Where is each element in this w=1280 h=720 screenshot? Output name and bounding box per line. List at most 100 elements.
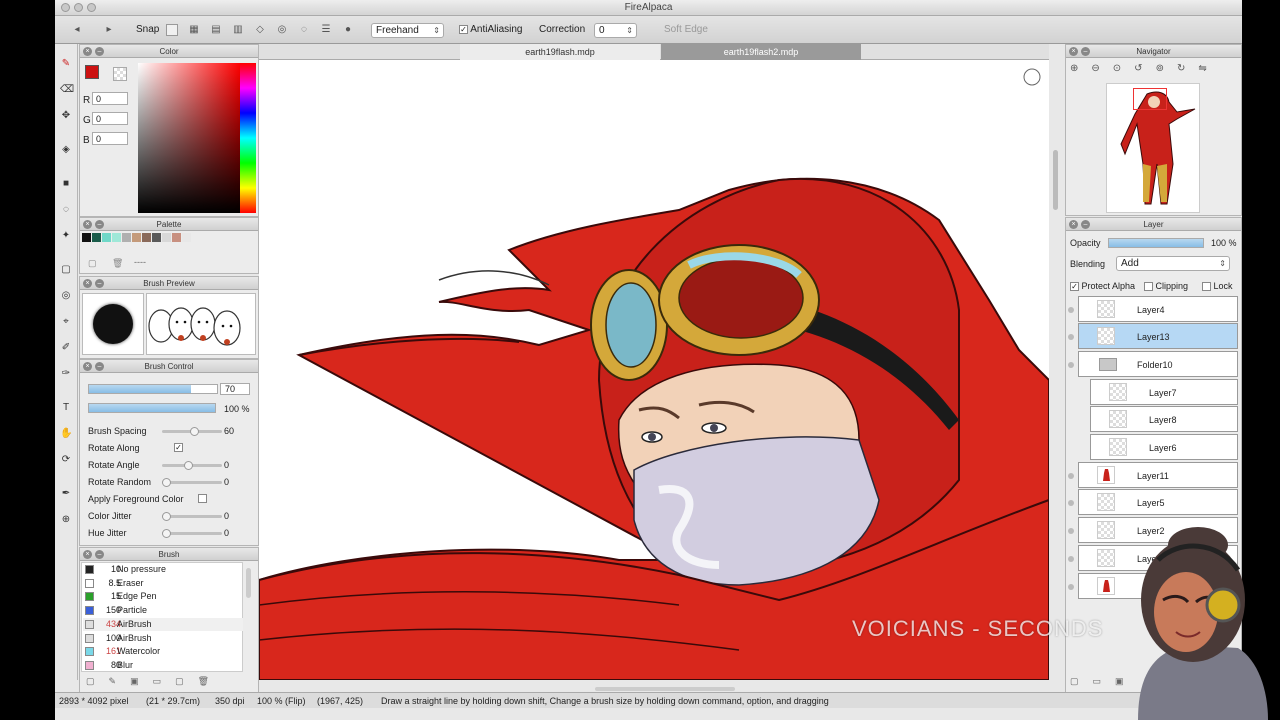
brush-list-item[interactable]: 80 Blur xyxy=(83,659,243,672)
snap-radial-icon[interactable]: ◎ xyxy=(276,24,288,36)
apply-foreground-checkbox[interactable] xyxy=(198,493,207,504)
visibility-icon[interactable] xyxy=(1068,334,1074,340)
dropper-tool-icon[interactable]: ✒ xyxy=(60,488,72,500)
collapse-icon[interactable]: – xyxy=(95,220,104,229)
brush-delete-icon[interactable]: 🗑 xyxy=(198,676,223,686)
collapse-icon[interactable]: – xyxy=(95,47,104,56)
brush-size-value[interactable]: 70 xyxy=(220,383,250,395)
saturation-value-picker[interactable] xyxy=(138,63,240,213)
blending-select[interactable]: Add ⇕ xyxy=(1116,256,1230,271)
snap-parallel-icon[interactable]: ▤ xyxy=(210,24,222,36)
rotate-reset-icon[interactable]: ⊚ xyxy=(1156,63,1177,74)
brush-list-item[interactable]: 100 AirBrush xyxy=(83,632,243,645)
zoom-fit-icon[interactable]: ⊙ xyxy=(1113,63,1134,74)
canvas-horizontal-scrollbar[interactable] xyxy=(595,687,735,691)
collapse-icon[interactable]: – xyxy=(1081,47,1090,56)
brush-duplicate-icon[interactable]: ▢ xyxy=(175,676,198,686)
visibility-icon[interactable] xyxy=(1068,528,1074,534)
close-icon[interactable]: × xyxy=(1069,220,1078,229)
canvas-vertical-scrollbar[interactable] xyxy=(1053,150,1058,210)
layer-row-folder10[interactable]: Folder10 xyxy=(1068,351,1238,377)
visibility-icon[interactable] xyxy=(1068,473,1074,479)
snap-off-icon[interactable] xyxy=(166,24,178,36)
close-icon[interactable]: × xyxy=(83,279,92,288)
brush-list-item[interactable]: 161 Watercolor xyxy=(83,645,243,658)
stroke-mode-select[interactable]: Freehand ⇕ xyxy=(371,23,444,38)
brush-list-item[interactable]: 150 Particle xyxy=(83,604,243,617)
lock-toggle[interactable]: Lock xyxy=(1202,281,1233,292)
navigator-thumbnail[interactable] xyxy=(1106,83,1200,213)
prev-icon[interactable]: ◂ xyxy=(71,24,83,36)
correction-select[interactable]: 0 ⇕ xyxy=(594,23,637,38)
palette-swatch[interactable] xyxy=(152,233,161,242)
rotate-angle-knob[interactable] xyxy=(184,461,193,470)
brush-list-item[interactable]: 15 Edge Pen xyxy=(83,590,243,603)
r-input[interactable]: 0 xyxy=(92,92,128,105)
g-input[interactable]: 0 xyxy=(92,112,128,125)
new-layer-icon[interactable]: ▢ xyxy=(1070,676,1093,686)
protect-alpha-toggle[interactable]: ✓ Protect Alpha xyxy=(1070,281,1135,292)
hand-tool-icon[interactable]: ✋ xyxy=(60,428,72,440)
zoom-window-button[interactable] xyxy=(87,3,96,12)
text-tool-icon[interactable]: T xyxy=(60,402,72,414)
layer-row-layer8[interactable]: Layer8 xyxy=(1090,406,1238,432)
layer-row-layer6[interactable]: Layer6 xyxy=(1090,434,1238,460)
brush-list-item[interactable]: 10 No pressure xyxy=(83,563,243,576)
rotate-random-track[interactable] xyxy=(162,481,222,484)
clipping-toggle[interactable]: Clipping xyxy=(1144,281,1188,292)
palette-add-icon[interactable]: ▢ xyxy=(88,258,97,269)
visibility-icon[interactable] xyxy=(1068,556,1074,562)
layer-opacity-slider[interactable] xyxy=(1108,238,1204,248)
hue-jitter-knob[interactable] xyxy=(162,529,171,538)
hue-jitter-track[interactable] xyxy=(162,532,222,535)
brush-list-item[interactable]: 434 AirBrush xyxy=(83,617,243,631)
snap-label[interactable]: Snap xyxy=(136,22,159,38)
palette-swatch[interactable] xyxy=(122,233,131,242)
zoom-in-icon[interactable]: ⊕ xyxy=(1070,63,1091,74)
close-icon[interactable]: × xyxy=(1069,47,1078,56)
snap-point-icon[interactable]: ● xyxy=(342,24,354,36)
flip-icon[interactable]: ⇋ xyxy=(1198,63,1219,74)
zoom-tool-icon[interactable]: ⊕ xyxy=(60,514,72,526)
brush-opacity-slider[interactable] xyxy=(88,403,216,413)
rotate-random-knob[interactable] xyxy=(162,478,171,487)
rotate-right-icon[interactable]: ↻ xyxy=(1177,63,1198,74)
gradient-tool-icon[interactable]: ■ xyxy=(60,178,72,190)
tab-earth19flash[interactable]: earth19flash.mdp xyxy=(460,44,660,60)
rotate-left-icon[interactable]: ↺ xyxy=(1134,63,1155,74)
color-jitter-knob[interactable] xyxy=(162,512,171,521)
palette-swatch[interactable] xyxy=(142,233,151,242)
palette-swatch[interactable] xyxy=(162,233,171,242)
rotate-along-checkbox[interactable]: ✓ xyxy=(174,442,183,453)
brush-add-icon[interactable]: ▢ xyxy=(86,676,109,686)
select-tool-icon[interactable]: ▢ xyxy=(60,264,72,276)
brush-list-item[interactable]: 8.5 Eraser xyxy=(83,577,243,590)
b-input[interactable]: 0 xyxy=(92,132,128,145)
close-icon[interactable]: × xyxy=(83,220,92,229)
layer-row-layer5[interactable]: Layer5 xyxy=(1068,489,1238,515)
background-color-swatch[interactable] xyxy=(113,67,127,81)
lasso-select-icon[interactable]: ◎ xyxy=(60,290,72,302)
palette-swatch[interactable] xyxy=(132,233,141,242)
collapse-icon[interactable]: – xyxy=(1081,220,1090,229)
magic-wand-icon[interactable]: ✦ xyxy=(60,230,72,242)
palette-delete-icon[interactable]: 🗑 xyxy=(112,258,123,269)
rotate-tool-icon[interactable]: ⟳ xyxy=(60,454,72,466)
layer-row-layer4[interactable]: Layer4 xyxy=(1068,296,1238,322)
bucket-tool-icon[interactable]: ◈ xyxy=(60,144,72,156)
antialiasing-toggle[interactable]: ✓ AntiAliasing xyxy=(459,22,523,38)
brush-copy-icon[interactable]: ▣ xyxy=(130,676,153,686)
layer-row-layer11[interactable]: Layer11 xyxy=(1068,462,1238,488)
drawing-canvas[interactable] xyxy=(259,60,1049,680)
brush-folder-icon[interactable]: ▭ xyxy=(153,676,176,686)
brush-list-scrollbar[interactable] xyxy=(246,568,251,598)
palette-swatch[interactable] xyxy=(102,233,111,242)
tab-earth19flash2[interactable]: earth19flash2.mdp xyxy=(661,44,861,60)
eyedropper-icon[interactable]: ⌖ xyxy=(60,316,72,328)
minimize-window-button[interactable] xyxy=(74,3,83,12)
visibility-icon[interactable] xyxy=(1068,584,1074,590)
brush-size-slider[interactable] xyxy=(88,384,218,394)
eraser-tool-icon[interactable]: ⌫ xyxy=(60,84,74,96)
close-window-button[interactable] xyxy=(61,3,70,12)
palette-swatch[interactable] xyxy=(112,233,121,242)
